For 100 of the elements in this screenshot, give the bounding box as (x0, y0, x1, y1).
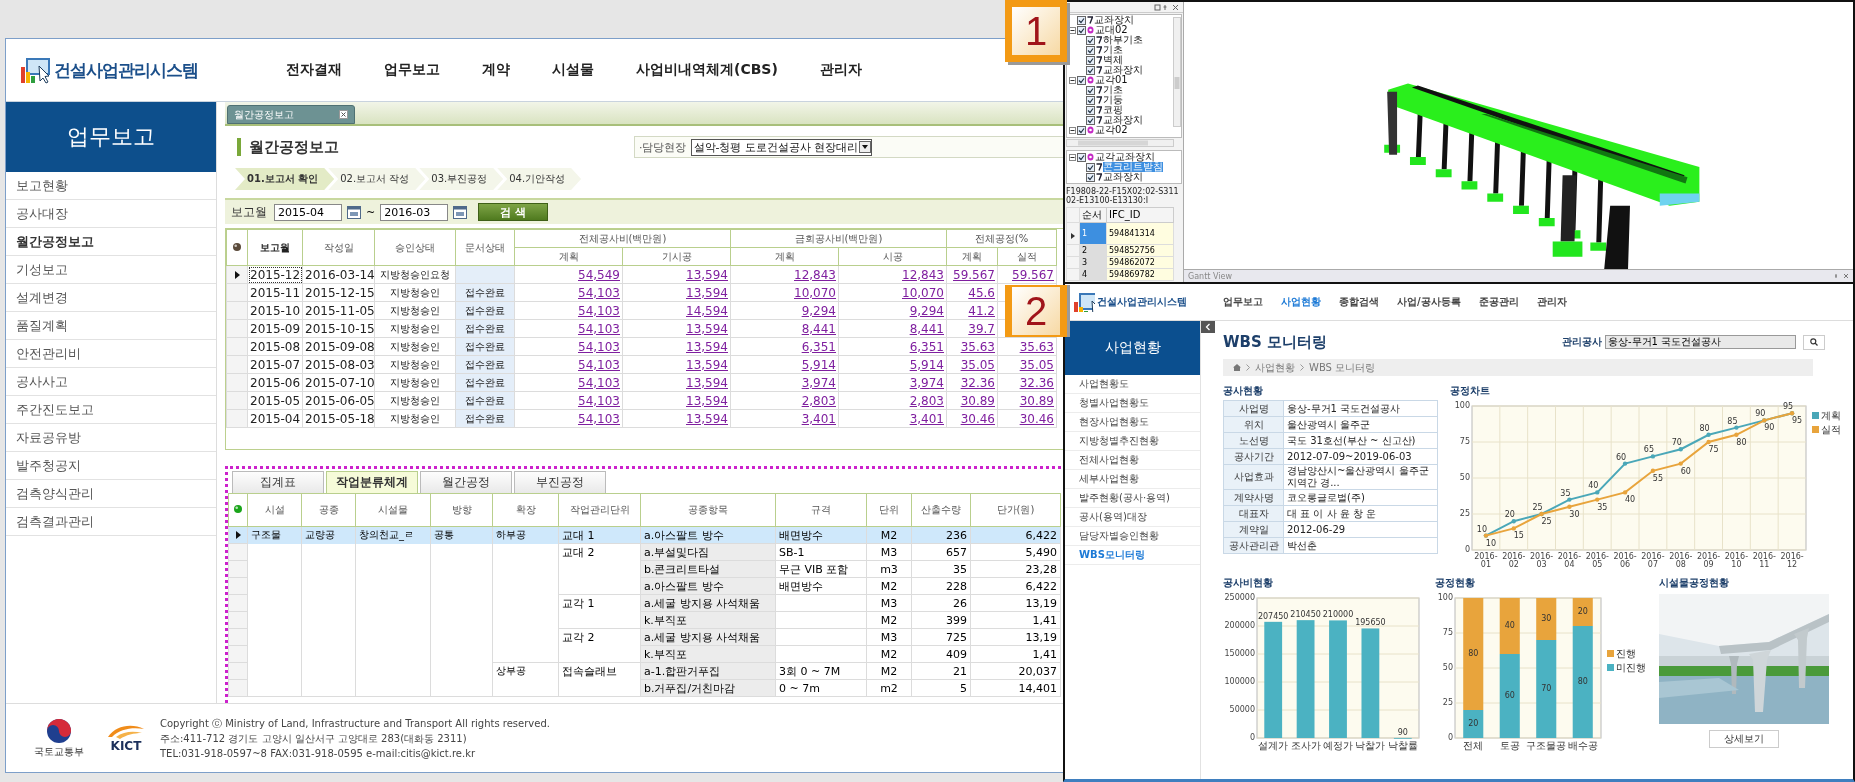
calendar-icon[interactable] (453, 205, 468, 219)
nav-link[interactable]: 업무보고 (384, 61, 440, 79)
tree-item[interactable]: 코핑 (1103, 105, 1123, 115)
sidebar-item[interactable]: 공사(용역)대장 (1065, 508, 1200, 527)
pane-controls-icon[interactable] (1154, 3, 1180, 11)
pane-controls-icon[interactable] (1835, 273, 1849, 279)
nav-link[interactable]: 관리자 (1536, 295, 1567, 309)
nav-link[interactable]: 전자결재 (286, 61, 342, 79)
sidebar-item[interactable]: 발주현황(공사·용역) (1065, 489, 1200, 508)
tab[interactable]: 월간공정 (420, 471, 512, 493)
sidebar-item[interactable]: 지방청별추진현황 (1065, 432, 1200, 451)
checkbox[interactable] (1086, 172, 1095, 182)
nav-link[interactable]: 사업현황 (1281, 295, 1321, 309)
node-icon (1087, 76, 1094, 84)
sidebar-item[interactable]: 전체사업현황 (1065, 451, 1200, 470)
detail-button[interactable]: 상세보기 (1709, 730, 1779, 748)
sidebar-item[interactable]: 주간진도보고 (6, 396, 216, 424)
ball-icon (233, 504, 243, 514)
tree-item[interactable]: 교좌장치 (1103, 115, 1143, 125)
tree-item[interactable]: 교좌장치 (1094, 15, 1134, 25)
sidebar-item[interactable]: 월간공정보고 (6, 228, 216, 256)
sidebar-item[interactable]: 세부사업현황 (1065, 470, 1200, 489)
sidebar-item[interactable]: 검측양식관리 (6, 480, 216, 508)
calendar-icon[interactable] (347, 205, 361, 219)
date-field[interactable]: 2015-04 (274, 203, 342, 221)
collapse-icon[interactable] (1069, 153, 1076, 161)
collapse-icon[interactable] (1069, 76, 1076, 84)
checkbox[interactable] (1077, 75, 1086, 85)
sidebar-item[interactable]: 청별사업현황도 (1065, 394, 1200, 413)
tree-item[interactable]: 교좌장치 (1103, 172, 1143, 182)
table-cell: 0 ~ 7m (775, 679, 867, 697)
nav-link[interactable]: 사업비내역체계(CBS) (636, 61, 778, 79)
data-label: 80 (1468, 649, 1479, 658)
sidebar-item[interactable]: 검측결과관리 (6, 508, 216, 536)
nav-link[interactable]: 업무보고 (1223, 295, 1263, 309)
column-header: 방향 (430, 493, 493, 527)
sidebar-item[interactable]: 사업현황도 (1065, 375, 1200, 394)
checkbox[interactable] (1086, 115, 1095, 125)
home-icon[interactable] (1233, 364, 1241, 371)
search-button[interactable]: 검 색 (478, 203, 549, 221)
checkbox[interactable] (1086, 45, 1095, 55)
checkbox[interactable] (1086, 55, 1095, 65)
checkbox[interactable] (1077, 125, 1086, 135)
tab[interactable]: 부진공정 (514, 471, 606, 493)
sidebar-item[interactable]: 현장사업현황도 (1065, 413, 1200, 432)
tree-item[interactable]: 벽체 (1103, 55, 1123, 65)
sidebar-item[interactable]: WBS모니터링 (1065, 546, 1200, 565)
tree-item[interactable]: 교각교좌장치 (1095, 152, 1155, 162)
step-tab[interactable]: 02.보고서 작성 (328, 168, 426, 190)
nav-link[interactable]: 사업/공사등록 (1397, 295, 1461, 309)
tab[interactable]: 작업분류체계 (326, 471, 418, 493)
tree-item[interactable]: 기초 (1103, 45, 1123, 55)
checkbox[interactable] (1086, 105, 1095, 115)
sidebar-item[interactable]: 품질계획 (6, 312, 216, 340)
breadcrumb-link[interactable]: 사업현황 (1255, 360, 1295, 375)
tree-item[interactable]: 기둥 (1103, 95, 1123, 105)
search-button[interactable] (1803, 334, 1825, 350)
sidebar-item[interactable]: 발주청공지 (6, 452, 216, 480)
sidebar-item[interactable]: 담당자별승인현황 (1065, 527, 1200, 546)
checkbox[interactable] (1086, 162, 1095, 172)
checkbox[interactable] (1077, 152, 1086, 162)
tree-item[interactable]: 하부기초 (1103, 35, 1143, 45)
table-cell: 5,490 (970, 543, 1061, 561)
site-dropdown[interactable]: 설악-청평 도로건설공사 현장대리 (690, 138, 873, 156)
sidebar-item[interactable]: 보고현황 (6, 172, 216, 200)
sidebar-item[interactable]: 설계변경 (6, 284, 216, 312)
nav-link[interactable]: 계약 (482, 61, 510, 79)
nav-link[interactable]: 종합검색 (1339, 295, 1379, 309)
sidebar-item[interactable]: 공사대장 (6, 200, 216, 228)
axis-label: 50 (1442, 663, 1453, 672)
tree-item[interactable]: 기초 (1103, 85, 1123, 95)
sidebar-item[interactable]: 공사사고 (6, 368, 216, 396)
checkbox[interactable] (1077, 25, 1086, 35)
step-tab[interactable]: 03.부진공정 (419, 168, 504, 190)
collapse-button[interactable] (1201, 321, 1215, 333)
tree-item[interactable]: 교대02 (1095, 25, 1128, 35)
tree-item[interactable]: 교각01 (1095, 75, 1128, 85)
sidebar-item[interactable]: 안전관리비 (6, 340, 216, 368)
tree-item[interactable]: 교각02 (1095, 125, 1128, 135)
tab[interactable]: 집계표 (232, 471, 324, 493)
project-field[interactable]: 웅상-무거1 국도건설공사 (1605, 335, 1796, 349)
checkbox[interactable] (1077, 15, 1086, 25)
date-field[interactable]: 2016-03 (380, 203, 449, 221)
checkbox[interactable] (1086, 95, 1095, 105)
breadcrumb-link[interactable]: WBS 모니터링 (1309, 360, 1376, 375)
step-tab[interactable]: 01.보고서 확인 (235, 168, 335, 190)
collapse-icon[interactable] (1069, 126, 1076, 134)
checkbox[interactable] (1086, 35, 1095, 45)
sidebar-item[interactable]: 기성보고 (6, 256, 216, 284)
nav-link[interactable]: 시설물 (552, 61, 594, 79)
step-tab[interactable]: 04.기안작성 (497, 168, 582, 190)
checkbox[interactable] (1086, 65, 1095, 75)
sidebar-item[interactable]: 자료공유방 (6, 424, 216, 452)
nav-link[interactable]: 준공관리 (1478, 295, 1519, 309)
tree-item[interactable]: 교좌장치 (1103, 65, 1143, 75)
nav-link[interactable]: 관리자 (819, 61, 862, 79)
table-cell: 대 표 이 사 윤 창 운 (1283, 505, 1438, 522)
legend-item: 진행 (1607, 648, 1636, 659)
checkbox[interactable] (1086, 85, 1095, 95)
table-cell: 지방청승인요청 (374, 265, 456, 284)
